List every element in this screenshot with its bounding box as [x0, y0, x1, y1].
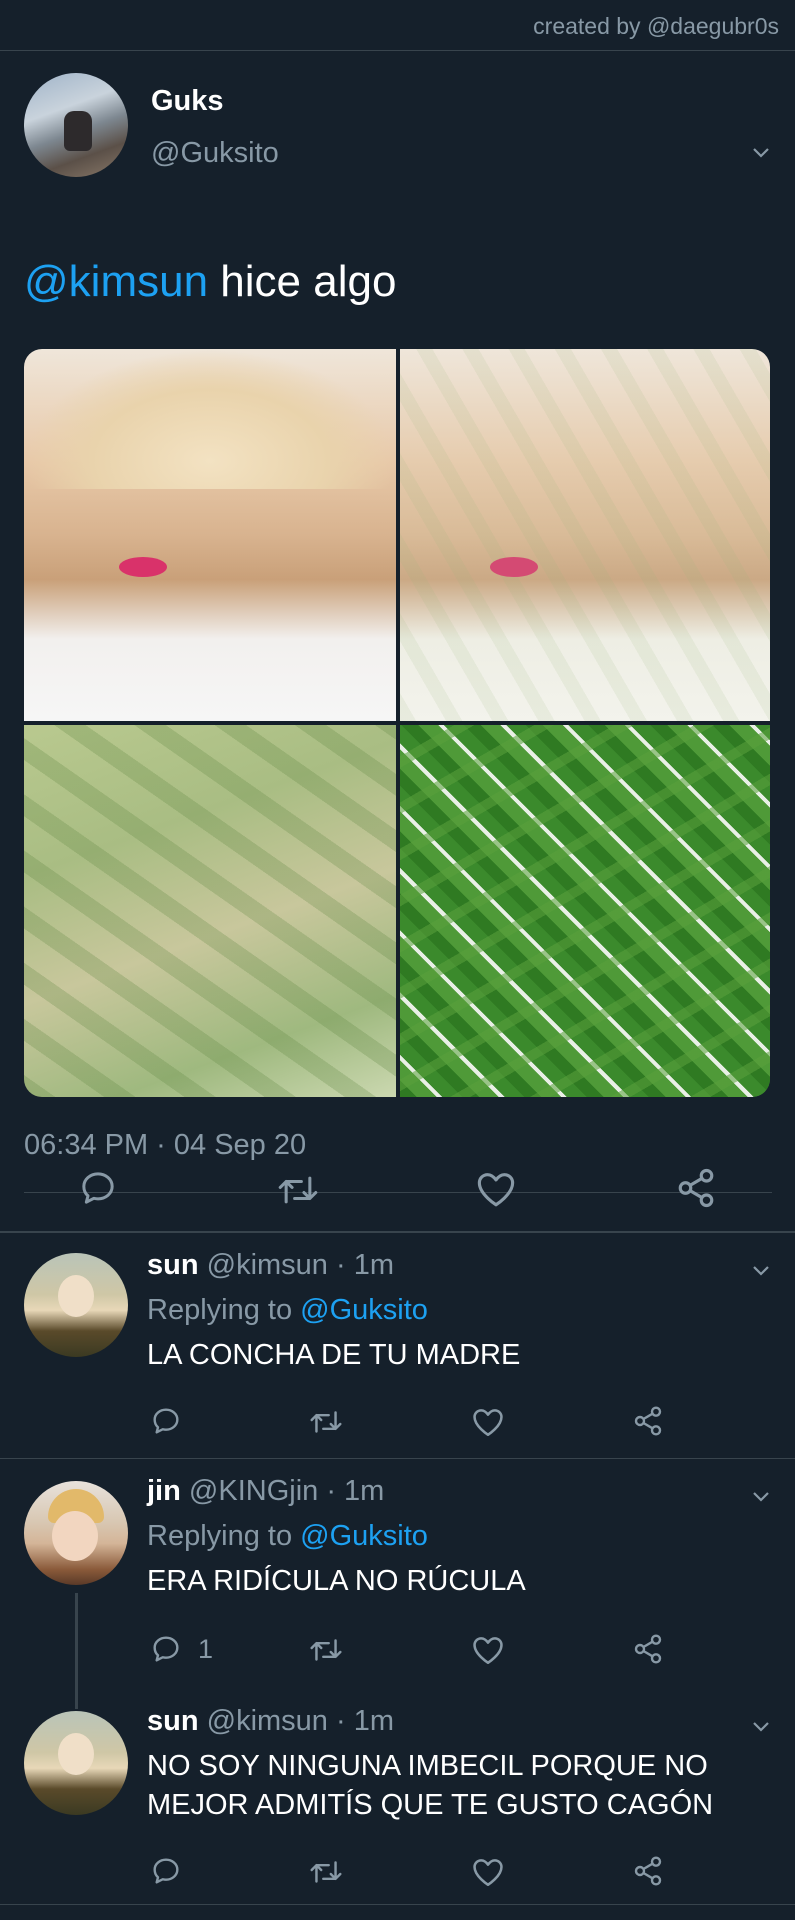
chevron-down-icon[interactable] — [751, 1487, 771, 1507]
like-icon[interactable] — [471, 1856, 505, 1888]
reply-tweet[interactable]: sun @kimsun · 1m Replying to @Guksito LA… — [0, 1233, 795, 1458]
reply-text: LA CONCHA DE TU MADRE — [147, 1339, 521, 1371]
replying-to-link[interactable]: @Guksito — [300, 1294, 428, 1326]
reply-text: ERA RIDÍCULA NO RÚCULA — [147, 1565, 526, 1597]
replying-to: Replying to @Guksito — [147, 1294, 428, 1326]
reply-tweet[interactable]: jin @KINGjin · 1m Replying to @Guksito E… — [0, 1459, 795, 1709]
like-icon[interactable] — [471, 1406, 505, 1438]
reply-icon[interactable] — [150, 1855, 182, 1887]
share-icon[interactable] — [675, 1167, 717, 1209]
reply-time: · 1m — [335, 1705, 394, 1737]
like-icon[interactable] — [471, 1634, 505, 1666]
share-icon[interactable] — [632, 1855, 664, 1887]
handle[interactable]: @kimsun — [207, 1249, 328, 1281]
avatar[interactable] — [24, 1711, 128, 1815]
chevron-down-icon[interactable] — [751, 1717, 771, 1737]
share-icon[interactable] — [632, 1405, 664, 1437]
display-name[interactable]: Guks — [151, 85, 224, 118]
reply-icon[interactable] — [150, 1405, 182, 1437]
reply-text-line-1: NO SOY NINGUNA IMBECIL PORQUE NO — [147, 1750, 708, 1782]
reply-tweet[interactable]: sun @kimsun · 1m NO SOY NINGUNA IMBECIL … — [0, 1689, 795, 1904]
media-image-3[interactable] — [24, 725, 396, 1097]
reply-count: 1 — [198, 1634, 214, 1664]
avatar[interactable] — [24, 73, 128, 177]
replying-to: Replying to @Guksito — [147, 1520, 428, 1552]
reply-header: sun @kimsun · 1m — [147, 1249, 394, 1282]
media-grid[interactable] — [24, 349, 770, 1097]
handle[interactable]: @Guksito — [151, 137, 279, 170]
reply-header: sun @kimsun · 1m — [147, 1705, 394, 1738]
display-name[interactable]: sun — [147, 1705, 199, 1737]
media-image-2[interactable] — [400, 349, 770, 721]
handle[interactable]: @kimsun — [207, 1705, 328, 1737]
main-action-bar — [0, 1142, 795, 1233]
chevron-down-icon[interactable] — [751, 143, 771, 163]
main-tweet: Guks @Guksito @kimsun hice algo 06:34 PM… — [0, 51, 795, 1232]
divider — [0, 1904, 795, 1905]
reply-time: · 1m — [326, 1475, 385, 1507]
retweet-icon[interactable] — [308, 1407, 344, 1437]
display-name[interactable]: jin — [147, 1475, 181, 1507]
chevron-down-icon[interactable] — [751, 1261, 771, 1281]
reply-icon[interactable] — [150, 1633, 182, 1665]
retweet-icon[interactable] — [276, 1170, 320, 1210]
media-image-4[interactable] — [400, 725, 770, 1097]
credit-text: created by @daegubr0s — [0, 0, 795, 51]
retweet-icon[interactable] — [308, 1635, 344, 1665]
reply-header: jin @KINGjin · 1m — [147, 1475, 384, 1508]
avatar-figure — [64, 111, 92, 151]
like-icon[interactable] — [475, 1169, 517, 1209]
reply-icon[interactable] — [78, 1168, 118, 1208]
share-icon[interactable] — [632, 1633, 664, 1665]
display-name[interactable]: sun — [147, 1249, 199, 1281]
handle[interactable]: @KINGjin — [189, 1475, 318, 1507]
reply-text-line-2: MEJOR ADMITÍS QUE TE GUSTO CAGÓN — [147, 1789, 714, 1821]
avatar[interactable] — [24, 1253, 128, 1357]
tweet-text: @kimsun hice algo — [24, 257, 396, 307]
media-image-1[interactable] — [24, 349, 396, 721]
mention-link[interactable]: @kimsun — [24, 257, 208, 306]
retweet-icon[interactable] — [308, 1857, 344, 1887]
replying-to-link[interactable]: @Guksito — [300, 1520, 428, 1552]
tweet-body: hice algo — [220, 257, 397, 306]
reply-time: · 1m — [335, 1249, 394, 1281]
avatar[interactable] — [24, 1481, 128, 1585]
